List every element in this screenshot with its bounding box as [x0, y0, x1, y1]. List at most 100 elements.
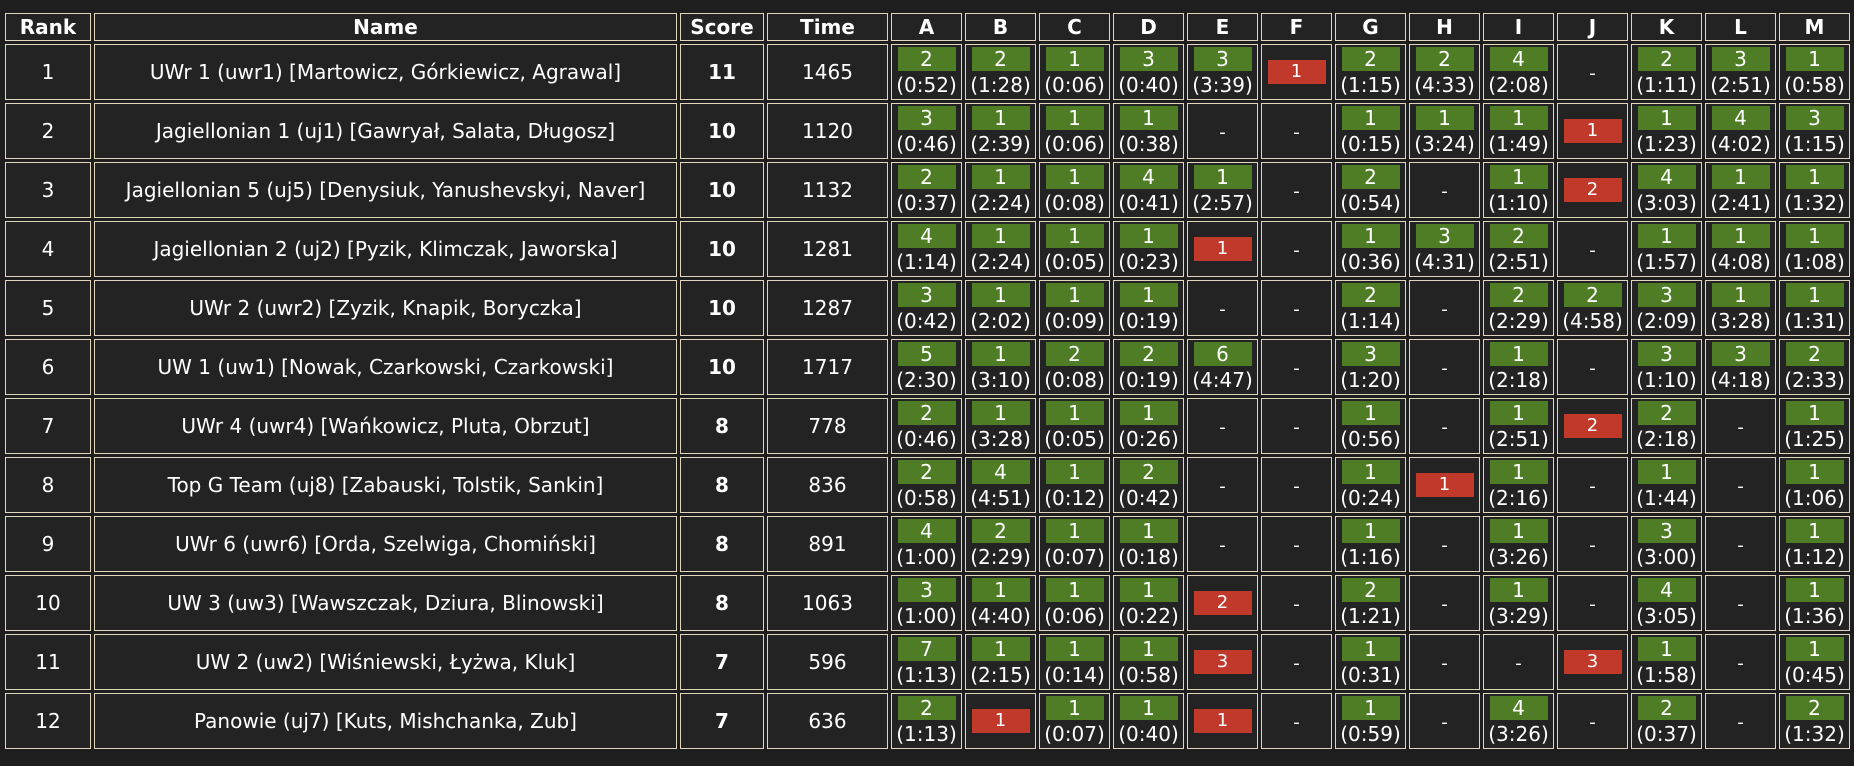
rank-header[interactable]: Rank	[5, 13, 91, 41]
problem-cell-l: -	[1705, 516, 1776, 572]
solve-time: (1:00)	[896, 604, 957, 628]
problem-header-k[interactable]: K	[1631, 13, 1702, 41]
problem-cell-l: 1 (2:41)	[1705, 162, 1776, 218]
solved-attempts-badge: 1	[1341, 460, 1400, 484]
no-attempt-dash: -	[1441, 357, 1448, 379]
problem-cell-a: 2 (0:37)	[891, 162, 962, 218]
team-name[interactable]: UW 3 (uw3) [Wawszczak, Dziura, Blinowski…	[94, 575, 677, 631]
solve-time: (1:15)	[1784, 132, 1845, 156]
solve-time: (0:23)	[1118, 250, 1179, 274]
problem-header-e[interactable]: E	[1187, 13, 1258, 41]
solved-attempts-badge: 1	[1119, 106, 1178, 130]
problem-header-h[interactable]: H	[1409, 13, 1480, 41]
solved-attempts-badge: 1	[1045, 637, 1104, 661]
table-row: 5 UWr 2 (uwr2) [Zyzik, Knapik, Boryczka] 1…	[5, 280, 1850, 336]
team-name[interactable]: UWr 4 (uwr4) [Wańkowicz, Pluta, Obrzut]	[94, 398, 677, 454]
team-name[interactable]: UW 2 (uw2) [Wiśniewski, Łyżwa, Kluk]	[94, 634, 677, 690]
solved-attempts-badge: 6	[1193, 342, 1252, 366]
solve-time: (1:49)	[1488, 132, 1549, 156]
solved-attempts-badge: 1	[1193, 165, 1252, 189]
problem-cell-j: 2	[1557, 398, 1628, 454]
team-name[interactable]: UW 1 (uw1) [Nowak, Czarkowski, Czarkowsk…	[94, 339, 677, 395]
solve-time: (3:05)	[1636, 604, 1697, 628]
solve-time: (0:15)	[1340, 132, 1401, 156]
problem-header-b[interactable]: B	[965, 13, 1036, 41]
solve-time: (1:58)	[1636, 663, 1697, 687]
problem-header-d[interactable]: D	[1113, 13, 1184, 41]
solve-time: (1:13)	[896, 663, 957, 687]
solve-time: (2:24)	[970, 250, 1031, 274]
team-name[interactable]: Jagiellonian 2 (uj2) [Pyzik, Klimczak, J…	[94, 221, 677, 277]
solve-time: (1:32)	[1784, 191, 1845, 215]
solve-time: (0:22)	[1118, 604, 1179, 628]
problem-header-g[interactable]: G	[1335, 13, 1406, 41]
no-attempt-dash: -	[1737, 416, 1744, 438]
problem-cell-h: 2 (4:33)	[1409, 44, 1480, 100]
team-name[interactable]: Top G Team (uj8) [Zabauski, Tolstik, San…	[94, 457, 677, 513]
solved-attempts-badge: 1	[1341, 106, 1400, 130]
solve-time: (1:44)	[1636, 486, 1697, 510]
solve-time: (1:00)	[896, 545, 957, 569]
problem-header-j[interactable]: J	[1557, 13, 1628, 41]
solve-time: (0:58)	[1118, 663, 1179, 687]
solve-time: (0:40)	[1118, 73, 1179, 97]
no-attempt-dash: -	[1515, 652, 1522, 674]
no-attempt-dash: -	[1589, 593, 1596, 615]
team-name[interactable]: UWr 1 (uwr1) [Martowicz, Górkiewicz, Agr…	[94, 44, 677, 100]
no-attempt-dash: -	[1293, 416, 1300, 438]
problem-cell-j: 2	[1557, 162, 1628, 218]
solve-time: (2:08)	[1488, 73, 1549, 97]
problem-cell-b: 1 (2:15)	[965, 634, 1036, 690]
solve-time: (3:28)	[1710, 309, 1771, 333]
problem-header-l[interactable]: L	[1705, 13, 1776, 41]
team-name[interactable]: Jagiellonian 5 (uj5) [Denysiuk, Yanushev…	[94, 162, 677, 218]
problem-cell-d: 1 (0:18)	[1113, 516, 1184, 572]
team-name[interactable]: Panowie (uj7) [Kuts, Mishchanka, Zub]	[94, 693, 677, 749]
problem-cell-i: 2 (2:29)	[1483, 280, 1554, 336]
problem-header-a[interactable]: A	[891, 13, 962, 41]
solved-attempts-badge: 2	[897, 696, 956, 720]
solve-time: (0:40)	[1118, 722, 1179, 746]
problem-header-i[interactable]: I	[1483, 13, 1554, 41]
problem-cell-l: -	[1705, 634, 1776, 690]
team-name[interactable]: Jagiellonian 1 (uj1) [Gawryał, Salata, D…	[94, 103, 677, 159]
solved-attempts-badge: 1	[1785, 224, 1844, 248]
problem-header-f[interactable]: F	[1261, 13, 1332, 41]
rank-cell: 5	[5, 280, 91, 336]
score-header[interactable]: Score	[680, 13, 764, 41]
team-name[interactable]: UWr 2 (uwr2) [Zyzik, Knapik, Boryczka]	[94, 280, 677, 336]
rank-cell: 9	[5, 516, 91, 572]
score-cell: 8	[680, 398, 764, 454]
solved-attempts-badge: 1	[1785, 401, 1844, 425]
failed-attempts-badge: 3	[1193, 650, 1252, 674]
no-attempt-dash: -	[1589, 357, 1596, 379]
problem-header-c[interactable]: C	[1039, 13, 1110, 41]
solved-attempts-badge: 1	[1489, 342, 1548, 366]
header-row: Rank Name Score Time ABCDEFGHIJKLM	[5, 13, 1850, 41]
time-cell: 636	[767, 693, 888, 749]
solve-time: (3:10)	[970, 368, 1031, 392]
problem-cell-j: -	[1557, 693, 1628, 749]
solve-time: (3:24)	[1414, 132, 1475, 156]
problem-cell-e: 1	[1187, 221, 1258, 277]
solve-time: (2:09)	[1636, 309, 1697, 333]
no-attempt-dash: -	[1441, 416, 1448, 438]
solved-attempts-badge: 3	[1415, 224, 1474, 248]
problem-cell-c: 1 (0:05)	[1039, 221, 1110, 277]
problem-cell-h: 1 (3:24)	[1409, 103, 1480, 159]
solved-attempts-badge: 4	[1711, 106, 1770, 130]
time-cell: 891	[767, 516, 888, 572]
failed-attempts-badge: 2	[1193, 591, 1252, 615]
problem-cell-d: 3 (0:40)	[1113, 44, 1184, 100]
solve-time: (2:51)	[1488, 427, 1549, 451]
team-name[interactable]: UWr 6 (uwr6) [Orda, Szelwiga, Chomiński]	[94, 516, 677, 572]
time-header[interactable]: Time	[767, 13, 888, 41]
problem-header-m[interactable]: M	[1779, 13, 1850, 41]
solved-attempts-badge: 2	[1045, 342, 1104, 366]
name-header[interactable]: Name	[94, 13, 677, 41]
table-row: 7 UWr 4 (uwr4) [Wańkowicz, Pluta, Obrzut]…	[5, 398, 1850, 454]
problem-cell-j: 3	[1557, 634, 1628, 690]
problem-cell-d: 2 (0:19)	[1113, 339, 1184, 395]
solved-attempts-badge: 1	[1489, 401, 1548, 425]
solve-time: (2:30)	[896, 368, 957, 392]
